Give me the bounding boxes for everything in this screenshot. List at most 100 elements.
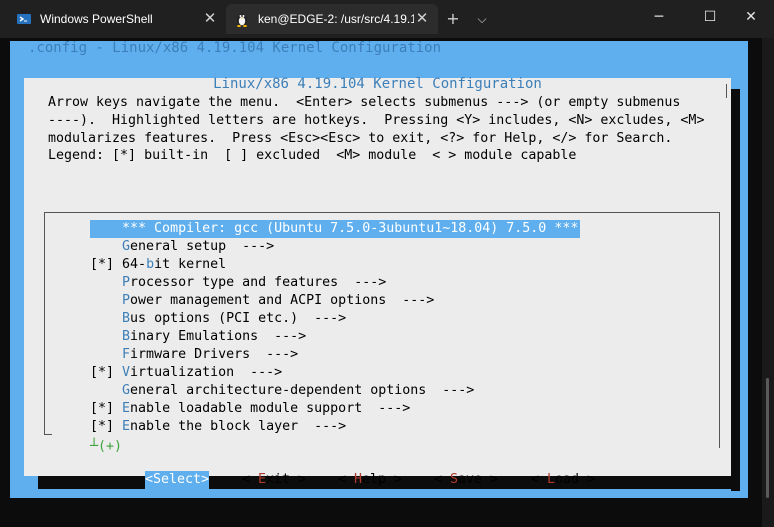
dialog-title: Linux/x86 4.19.104 Kernel Configuration [213, 76, 542, 92]
button-hotkey: L [547, 472, 556, 487]
button-label: elp [362, 472, 387, 487]
kernel-config-dialog: Linux/x86 4.19.104 Kernel Configuration … [24, 76, 731, 489]
menu-item-virtualization[interactable]: [*] Virtualization ---> [90, 364, 282, 382]
menu-item-processor[interactable]: Processor type and features ---> [90, 274, 386, 292]
menu-item-hotkey: B [122, 329, 131, 344]
help-button[interactable]: < Help > [338, 471, 402, 489]
menu-item-loadable-module[interactable]: [*] Enable loadable module support ---> [90, 400, 410, 418]
button-bracket: < [145, 472, 154, 487]
linux-tux-icon [234, 11, 250, 27]
menu-item-label: 64- [122, 257, 147, 272]
powershell-icon [16, 11, 32, 27]
menu-item-prefix [90, 221, 122, 236]
button-bracket: < [338, 472, 355, 487]
menu-border [44, 212, 45, 434]
menu-item-label: nable loadable module support ---> [130, 401, 411, 416]
button-bracket: > [579, 472, 596, 487]
menu-item-general-arch[interactable]: General architecture-dependent options -… [90, 382, 474, 400]
menu-list: *** Compiler: gcc (Ubuntu 7.5.0-3ubuntu1… [44, 212, 720, 454]
menuconfig-header: .config - Linux/x86 4.19.104 Kernel Conf… [28, 40, 442, 56]
terminal-area[interactable]: .config - Linux/x86 4.19.104 Kernel Conf… [0, 38, 762, 527]
tab-ken-edge-2[interactable]: ken@EDGE-2: /usr/src/4.19.104- ✕ [226, 4, 438, 34]
menu-border [719, 212, 720, 448]
menu-item-label: ower management and ACPI options ---> [130, 293, 435, 308]
menu-item-label: irtualization ---> [130, 365, 283, 380]
menu-item-label: *** Compiler: gcc (Ubuntu 7.5.0-3ubuntu1… [122, 221, 579, 236]
button-bracket: > [386, 472, 403, 487]
button-label: oad [555, 472, 580, 487]
menu-item-label: us options (PCI etc.) ---> [130, 311, 347, 326]
menu-item-prefix: [*] [90, 401, 123, 416]
button-bracket: > [201, 472, 210, 487]
menu-border [44, 434, 52, 435]
menu-item-hotkey: b [146, 257, 155, 272]
dialog-border [726, 84, 727, 98]
menu-item-block-layer[interactable]: [*] Enable the block layer ---> [90, 418, 346, 436]
menu-item-hotkey: V [122, 365, 131, 380]
more-items-indicator: ┴(+) [90, 439, 123, 454]
button-label: ave [458, 472, 483, 487]
menu-item-label: inary Emulations ---> [130, 329, 307, 344]
menu-item-binary-emulations[interactable]: Binary Emulations ---> [90, 328, 306, 346]
button-bracket: > [290, 472, 307, 487]
menu-item-label: nable the block layer ---> [130, 419, 347, 434]
tab-title: ken@EDGE-2: /usr/src/4.19.104- [258, 12, 414, 26]
menu-item-hotkey: F [122, 347, 131, 362]
help-line: Legend: [*] built-in [ ] excluded <M> mo… [48, 148, 577, 164]
close-icon[interactable]: ✕ [202, 11, 218, 27]
menu-item-label: eneral architecture-dependent options --… [130, 383, 475, 398]
button-bracket: > [482, 472, 499, 487]
button-label: xit [266, 472, 291, 487]
menu-item-hotkey: G [122, 239, 131, 254]
button-hotkey: S [153, 472, 162, 487]
terminal-scrollbar[interactable] [762, 38, 774, 527]
button-bracket: < [531, 472, 548, 487]
tab-title: Windows PowerShell [40, 12, 153, 26]
exit-button[interactable]: < Exit > [242, 471, 306, 489]
menu-item-compiler[interactable]: *** Compiler: gcc (Ubuntu 7.5.0-3ubuntu1… [90, 220, 580, 238]
button-bracket: < [242, 472, 259, 487]
menu-item-prefix [90, 383, 122, 398]
title-bar: Windows PowerShell ✕ ken@EDGE-2: /usr/sr… [0, 0, 774, 38]
scrollbar-thumb[interactable] [766, 378, 769, 498]
menu-item-prefix [90, 293, 122, 308]
help-line: Arrow keys navigate the menu. <Enter> se… [48, 95, 681, 110]
menu-item-hotkey: P [122, 293, 131, 308]
menu-item-prefix [90, 329, 122, 344]
menu-item-general-setup[interactable]: General setup ---> [90, 238, 274, 256]
new-tab-button[interactable]: + [441, 8, 465, 30]
minimize-button[interactable]: ─ [636, 0, 682, 34]
menu-item-bus-options[interactable]: Bus options (PCI etc.) ---> [90, 310, 346, 328]
menu-item-power-management[interactable]: Power management and ACPI options ---> [90, 292, 434, 310]
menu-item-prefix: [*] [90, 257, 123, 272]
maximize-button[interactable]: ☐ [687, 0, 733, 34]
menu-item-prefix [90, 239, 122, 254]
menu-item-label: it kernel [154, 257, 227, 272]
menu-item-hotkey: E [122, 419, 131, 434]
close-window-button[interactable]: ✕ [728, 0, 774, 34]
menu-item-hotkey: P [122, 275, 131, 290]
button-hotkey: S [450, 472, 459, 487]
menu-item-hotkey: G [122, 383, 131, 398]
menu-item-hotkey: E [122, 401, 131, 416]
button-hotkey: E [258, 472, 267, 487]
help-line: ----). Highlighted letters are hotkeys. … [48, 112, 705, 128]
chevron-down-icon[interactable]: ⌵ [470, 8, 494, 30]
menu-item-firmware-drivers[interactable]: Firmware Drivers ---> [90, 346, 298, 364]
menu-item-hotkey: B [122, 311, 131, 326]
save-button[interactable]: < Save > [434, 471, 498, 489]
tab-windows-powershell[interactable]: Windows PowerShell ✕ [8, 4, 226, 34]
select-button[interactable]: <Select> [145, 471, 210, 489]
menu-item-prefix [90, 347, 122, 362]
button-label: elect [161, 472, 202, 487]
help-line: modularizes features. Press <Esc><Esc> t… [48, 130, 673, 146]
button-hotkey: H [354, 472, 363, 487]
dialog-shadow [731, 89, 740, 491]
close-icon[interactable]: ✕ [414, 11, 430, 27]
menu-item-prefix: [*] [90, 419, 123, 434]
menu-item-label: eneral setup ---> [130, 239, 275, 254]
menu-border [44, 212, 720, 213]
load-button[interactable]: < Load > [531, 471, 595, 489]
menu-item-prefix [90, 311, 122, 326]
menu-item-64-bit-kernel[interactable]: [*] 64-bit kernel [90, 256, 226, 274]
